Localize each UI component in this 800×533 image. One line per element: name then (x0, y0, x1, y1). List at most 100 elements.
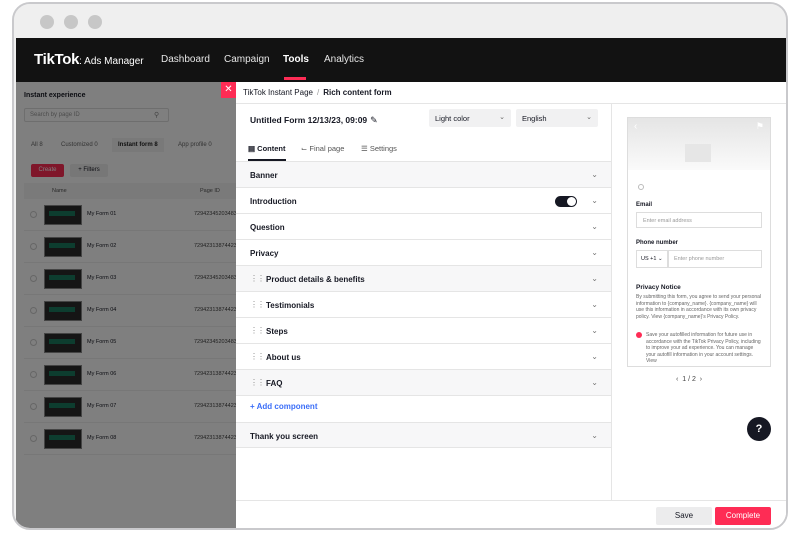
section-label: Privacy (250, 249, 279, 258)
chevron-down-icon: ⌄ (656, 256, 663, 262)
drag-handle-icon[interactable]: ⋮⋮ (250, 352, 265, 361)
chevron-right-icon[interactable]: › (696, 376, 702, 383)
language-select[interactable]: English ⌄ (516, 109, 598, 127)
save-button[interactable]: Save (656, 507, 712, 525)
section-testimonials[interactable]: ⋮⋮ Testimonials ⌄ (236, 292, 611, 318)
tab-settings-label: Settings (369, 144, 397, 153)
tab-settings[interactable]: ☰ Settings (361, 144, 397, 153)
chevron-down-icon[interactable]: ⌄ (591, 248, 598, 257)
breadcrumb: TikTok Instant Page / Rich content form (236, 82, 786, 104)
phone-field[interactable]: Enter phone number (668, 250, 762, 268)
privacy-notice-text: By submitting this form, you agree to se… (636, 294, 762, 320)
section-introduction[interactable]: Introduction ⌄ (236, 188, 611, 214)
logo-text: TikTok (34, 51, 80, 68)
form-title-text: Untitled Form 12/13/23, 09:09 (250, 115, 368, 125)
window-minimize-dot[interactable] (64, 15, 78, 29)
logo-subtitle: : Ads Manager (79, 56, 144, 67)
section-product-details[interactable]: ⋮⋮ Product details & benefits ⌄ (236, 266, 611, 292)
nav-analytics[interactable]: Analytics (324, 54, 364, 65)
window-maximize-dot[interactable] (88, 15, 102, 29)
consent-text: Save your autofilled information for fut… (646, 332, 761, 364)
section-question[interactable]: Question ⌄ (236, 214, 611, 240)
chevron-down-icon[interactable]: ⌄ (591, 170, 598, 179)
add-component-button[interactable]: + Add component (250, 402, 317, 411)
tab-active-indicator (248, 159, 286, 161)
section-faq[interactable]: ⋮⋮ FAQ ⌄ (236, 370, 611, 396)
back-arrow-icon[interactable]: ‹ (634, 121, 637, 132)
country-code-value: US +1 (641, 256, 657, 262)
email-field[interactable]: Enter email address (636, 212, 762, 228)
help-button[interactable]: ? (747, 417, 771, 441)
chevron-down-icon[interactable]: ⌄ (591, 431, 598, 440)
section-label: Steps (266, 327, 288, 336)
email-label: Email (636, 202, 653, 208)
color-mode-value: Light color (435, 114, 470, 123)
privacy-notice-title: Privacy Notice (636, 284, 681, 291)
section-steps[interactable]: ⋮⋮ Steps ⌄ (236, 318, 611, 344)
settings-sliders-icon: ☰ (361, 144, 370, 153)
nav-dashboard[interactable]: Dashboard (161, 54, 210, 65)
section-privacy[interactable]: Privacy ⌄ (236, 240, 611, 266)
country-code-select[interactable]: US +1 ⌄ (636, 250, 668, 268)
window-close-dot[interactable] (40, 15, 54, 29)
section-label: Thank you screen (250, 432, 319, 441)
breadcrumb-separator: / (316, 88, 320, 97)
preview-header: ‹ ⚑ (628, 118, 770, 170)
edit-icon[interactable]: ✎ (370, 115, 378, 125)
section-thank-you[interactable]: Thank you screen ⌄ (236, 422, 611, 448)
chevron-down-icon[interactable]: ⌄ (591, 274, 598, 283)
section-label: FAQ (266, 379, 283, 388)
nav-tools[interactable]: Tools (283, 54, 309, 65)
chevron-down-icon[interactable]: ⌄ (591, 326, 598, 335)
color-mode-select[interactable]: Light color ⌄ (429, 109, 511, 127)
browser-window: TikTok: Ads Manager Dashboard Campaign T… (12, 2, 788, 530)
flag-icon[interactable]: ⚑ (756, 121, 764, 132)
section-banner[interactable]: Banner ⌄ (236, 162, 611, 188)
language-value: English (522, 114, 547, 123)
chevron-down-icon[interactable]: ⌄ (591, 196, 598, 205)
modal-backdrop[interactable] (16, 82, 236, 528)
drag-handle-icon[interactable]: ⋮⋮ (250, 378, 265, 387)
close-icon: ✕ (224, 84, 233, 95)
chevron-down-icon[interactable]: ⌄ (591, 378, 598, 387)
chevron-down-icon[interactable]: ⌄ (591, 300, 598, 309)
chevron-down-icon: ⌄ (586, 114, 592, 121)
chevron-down-icon: ⌄ (499, 114, 505, 121)
form-title[interactable]: Untitled Form 12/13/23, 09:09 ✎ (250, 115, 378, 126)
section-label: Banner (250, 171, 278, 180)
section-about-us[interactable]: ⋮⋮ About us ⌄ (236, 344, 611, 370)
breadcrumb-parent[interactable]: TikTok Instant Page (243, 88, 313, 97)
section-label: Question (250, 223, 285, 232)
section-label: About us (266, 353, 301, 362)
close-drawer-button[interactable]: ✕ (221, 82, 236, 98)
tab-content-label: Content (257, 144, 286, 153)
introduction-toggle[interactable] (555, 196, 577, 207)
phone-label: Phone number (636, 240, 679, 246)
nav-campaign[interactable]: Campaign (224, 54, 270, 65)
section-label: Introduction (250, 197, 297, 206)
complete-button[interactable]: Complete (715, 507, 771, 525)
form-editor-drawer: TikTok Instant Page / Rich content form Un… (236, 82, 786, 528)
breadcrumb-current: Rich content form (323, 88, 392, 97)
editor-panel: Untitled Form 12/13/23, 09:09 ✎ Light col… (236, 104, 612, 500)
tiktok-ads-logo[interactable]: TikTok: Ads Manager (34, 51, 144, 68)
tab-final-page-label: Final page (309, 144, 345, 153)
app: TikTok: Ads Manager Dashboard Campaign T… (16, 38, 786, 528)
drag-handle-icon[interactable]: ⋮⋮ (250, 300, 265, 309)
nav-active-indicator (284, 77, 306, 80)
radio-icon[interactable] (638, 184, 644, 190)
tab-content[interactable]: ▤ Content (248, 144, 286, 153)
drag-handle-icon[interactable]: ⋮⋮ (250, 274, 265, 283)
section-label: Testimonials (266, 301, 315, 310)
consent-checkbox-icon[interactable] (636, 332, 642, 338)
preview-pager: ‹ 1 / 2 › (676, 376, 702, 383)
document-icon: ▤ (248, 144, 258, 153)
chevron-down-icon[interactable]: ⌄ (591, 222, 598, 231)
editor-tabs: ▤ Content ⌙ Final page ☰ Settings (236, 135, 611, 162)
drawer-footer: Save Complete (236, 500, 786, 528)
top-navigation: TikTok: Ads Manager Dashboard Campaign T… (16, 38, 786, 82)
avatar (685, 144, 711, 162)
tab-final-page[interactable]: ⌙ Final page (301, 144, 344, 153)
drag-handle-icon[interactable]: ⋮⋮ (250, 326, 265, 335)
chevron-down-icon[interactable]: ⌄ (591, 352, 598, 361)
